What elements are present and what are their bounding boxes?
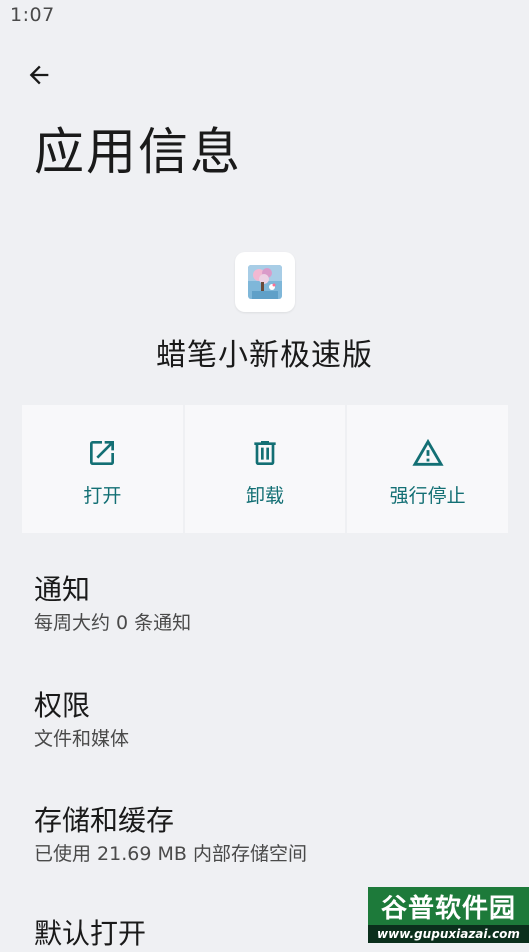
notifications-summary: 每周大约 0 条通知 (34, 612, 192, 634)
arrow-back-icon (29, 65, 49, 85)
trash-icon (247, 435, 283, 471)
watermark-url: www.gupuxiazai.com (368, 925, 529, 943)
warning-icon (410, 435, 446, 471)
status-bar-time: 1:07 (10, 4, 55, 26)
action-bar: 打开 卸载 强行停止 (22, 405, 509, 533)
notifications-title: 通知 (34, 573, 91, 606)
watermark-text: 谷普软件园 (368, 887, 529, 925)
storage-item[interactable]: 存储和缓存 已使用 21.69 MB 内部存储空间 (34, 803, 307, 867)
storage-summary: 已使用 21.69 MB 内部存储空间 (34, 843, 307, 865)
open-button-label: 打开 (83, 485, 122, 507)
notifications-item[interactable]: 通知 每周大约 0 条通知 (34, 572, 191, 636)
uninstall-button-label: 卸载 (246, 485, 285, 507)
permissions-item[interactable]: 权限 文件和媒体 (34, 688, 129, 752)
permissions-title: 权限 (34, 689, 91, 722)
app-icon (235, 252, 295, 312)
storage-title: 存储和缓存 (34, 804, 175, 837)
uninstall-button[interactable]: 卸载 (184, 405, 346, 533)
open-by-default-title: 默认打开 (34, 917, 147, 950)
app-logo-icon (248, 265, 282, 299)
back-button[interactable] (18, 54, 60, 96)
watermark-logo: 谷普软件园 www.gupuxiazai.com (368, 887, 529, 943)
permissions-summary: 文件和媒体 (34, 728, 130, 750)
force-stop-button-label: 强行停止 (389, 485, 466, 507)
open-by-default-item[interactable]: 默认打开 (34, 916, 146, 952)
open-external-icon (84, 435, 120, 471)
open-button[interactable]: 打开 (22, 405, 183, 533)
page-title: 应用信息 (34, 123, 242, 181)
force-stop-button[interactable]: 强行停止 (347, 405, 509, 533)
app-name: 蜡笔小新极速版 (156, 338, 373, 373)
